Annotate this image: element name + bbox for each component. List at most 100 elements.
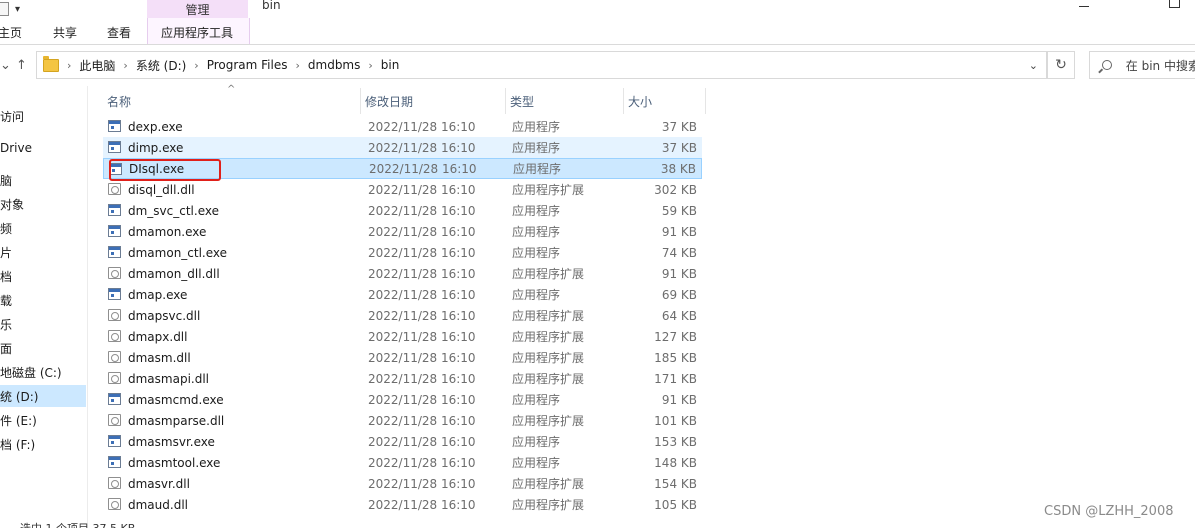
search-box[interactable]: 在 bin 中搜索 [1089, 51, 1195, 79]
breadcrumb-dmdbms[interactable]: dmdbms [308, 58, 360, 72]
application-file-icon [108, 141, 121, 153]
file-type: 应用程序 [512, 288, 561, 302]
file-modified-date: 2022/11/28 16:10 [368, 392, 476, 407]
application-file-icon [108, 456, 121, 468]
refresh-button[interactable]: ↻ [1047, 51, 1075, 79]
dll-file-icon [108, 183, 121, 195]
breadcrumb-drive-d[interactable]: 系统 (D:) [136, 57, 186, 74]
sidebar-item[interactable]: 档 (F:) [0, 433, 86, 455]
file-row[interactable]: dmasmtool.exe 2022/11/28 16:10 应用程序 148 KB [103, 452, 702, 473]
sidebar-item[interactable]: 统 (D:) [0, 385, 86, 407]
maximize-button[interactable] [1169, 0, 1180, 8]
file-row[interactable]: dmasmcmd.exe 2022/11/28 16:10 应用程序 91 KB [103, 389, 702, 410]
file-row[interactable]: dmasmapi.dll 2022/11/28 16:10 应用程序扩展 171 KB [103, 368, 702, 389]
dll-file-icon [108, 477, 121, 489]
file-name: dmasm.dll [128, 350, 191, 365]
file-modified-date: 2022/11/28 16:10 [368, 224, 476, 239]
file-row[interactable]: DIsql.exe 2022/11/28 16:10 应用程序 38 KB [103, 158, 702, 179]
column-header-size[interactable]: 大小 [624, 88, 706, 114]
file-modified-date: 2022/11/28 16:10 [368, 140, 476, 155]
chevron-right-icon[interactable]: › [368, 59, 372, 72]
file-row[interactable]: dmamon_ctl.exe 2022/11/28 16:10 应用程序 74 KB [103, 242, 702, 263]
file-row[interactable]: dmamon.exe 2022/11/28 16:10 应用程序 91 KB [103, 221, 702, 242]
column-header-type[interactable]: 类型 [506, 88, 624, 114]
file-modified-date: 2022/11/28 16:10 [368, 308, 476, 323]
file-row[interactable]: dmasvr.dll 2022/11/28 16:10 应用程序扩展 154 KB [103, 473, 702, 494]
tab-home[interactable]: 主页 [0, 24, 22, 41]
sidebar-item[interactable]: 地磁盘 (C:) [0, 361, 86, 383]
file-row[interactable]: disql_dll.dll 2022/11/28 16:10 应用程序扩展 302 K… [103, 179, 702, 200]
file-type: 应用程序 [512, 435, 561, 449]
file-size: 171 KB [654, 371, 697, 386]
chevron-right-icon[interactable]: › [123, 59, 127, 72]
sidebar-item[interactable]: 频 [0, 217, 86, 239]
file-row[interactable]: dmamon_dll.dll 2022/11/28 16:10 应用程序扩展 91 K… [103, 263, 702, 284]
file-modified-date: 2022/11/28 16:10 [368, 182, 476, 197]
file-name: dmasmapi.dll [128, 371, 210, 386]
file-name: dmasmtool.exe [128, 455, 221, 470]
application-file-icon [108, 393, 121, 405]
file-type: 应用程序扩展 [512, 330, 585, 344]
file-modified-date: 2022/11/28 16:10 [368, 434, 476, 449]
up-arrow-icon[interactable]: ↑ [16, 58, 27, 73]
file-row[interactable]: dmapsvc.dll 2022/11/28 16:10 应用程序扩展 64 KB [103, 305, 702, 326]
tab-view[interactable]: 查看 [107, 24, 131, 41]
sidebar-item[interactable]: 片 [0, 241, 86, 263]
tab-manage[interactable]: 管理 [147, 0, 248, 18]
chevron-right-icon[interactable]: › [295, 59, 299, 72]
file-row[interactable]: dimp.exe 2022/11/28 16:10 应用程序 37 KB [103, 137, 702, 158]
chevron-right-icon[interactable]: › [194, 59, 198, 72]
sidebar-item[interactable]: 对象 [0, 193, 86, 215]
column-header-date[interactable]: 修改日期 [361, 88, 506, 114]
file-row[interactable]: dexp.exe 2022/11/28 16:10 应用程序 37 KB [103, 116, 702, 137]
tab-share[interactable]: 共享 [53, 24, 77, 41]
file-size: 37 KB [661, 140, 697, 155]
customize-toolbar-icon[interactable]: ▾ [15, 4, 20, 15]
file-type: 应用程序扩展 [512, 372, 585, 386]
sidebar-item[interactable]: 访问 [0, 105, 86, 127]
file-row[interactable]: dmasmsvr.exe 2022/11/28 16:10 应用程序 153 KB [103, 431, 702, 452]
file-modified-date: 2022/11/28 16:10 [368, 287, 476, 302]
sidebar-item[interactable]: 件 (E:) [0, 409, 86, 431]
file-name: dmapx.dll [128, 329, 188, 344]
file-size: 302 KB [654, 182, 697, 197]
file-row[interactable]: dm_svc_ctl.exe 2022/11/28 16:10 应用程序 59 KB [103, 200, 702, 221]
file-size: 37 KB [661, 119, 697, 134]
breadcrumb-this-pc[interactable]: 此电脑 [79, 57, 115, 74]
application-file-icon [108, 435, 121, 447]
file-type: 应用程序 [513, 162, 562, 176]
file-size: 38 KB [660, 161, 696, 176]
file-modified-date: 2022/11/28 16:10 [368, 413, 476, 428]
sidebar-item[interactable]: Drive [0, 137, 86, 159]
file-row[interactable]: dmapx.dll 2022/11/28 16:10 应用程序扩展 127 KB [103, 326, 702, 347]
sidebar-item[interactable]: 档 [0, 265, 86, 287]
chevron-right-icon[interactable]: › [67, 59, 71, 72]
tab-application-tools[interactable]: 应用程序工具 [161, 24, 233, 41]
watermark: CSDN @LZHH_2008 [1044, 504, 1174, 519]
address-bar[interactable]: › 此电脑 › 系统 (D:) › Program Files › dmdbms… [36, 51, 1047, 79]
sidebar-item[interactable]: 乐 [0, 313, 86, 335]
file-type: 应用程序扩展 [512, 183, 585, 197]
recent-locations-icon[interactable]: ⌄ [0, 58, 11, 73]
file-size: 153 KB [654, 434, 697, 449]
file-size: 154 KB [654, 476, 697, 491]
file-row[interactable]: dmap.exe 2022/11/28 16:10 应用程序 69 KB [103, 284, 702, 305]
sidebar-item[interactable]: 载 [0, 289, 86, 311]
file-size: 91 KB [661, 392, 697, 407]
column-header-name[interactable]: 名称 [103, 88, 361, 114]
file-type: 应用程序 [512, 225, 561, 239]
breadcrumb-program-files[interactable]: Program Files [207, 58, 288, 72]
file-row[interactable]: dmaud.dll 2022/11/28 16:10 应用程序扩展 105 KB [103, 494, 702, 515]
file-name: DIsql.exe [129, 161, 185, 176]
sidebar-item[interactable]: 脑 [0, 169, 86, 191]
file-name: dmaud.dll [128, 497, 188, 512]
file-row[interactable]: dmasmparse.dll 2022/11/28 16:10 应用程序扩展 101 … [103, 410, 702, 431]
properties-icon[interactable] [0, 2, 9, 16]
file-row[interactable]: dmasm.dll 2022/11/28 16:10 应用程序扩展 185 KB [103, 347, 702, 368]
application-file-icon [108, 120, 121, 132]
minimize-button[interactable] [1079, 6, 1089, 7]
sidebar-item[interactable]: 面 [0, 337, 86, 359]
breadcrumb-bin[interactable]: bin [381, 58, 400, 72]
chevron-down-icon[interactable]: ⌄ [1029, 59, 1038, 72]
file-name: dmapsvc.dll [128, 308, 201, 323]
